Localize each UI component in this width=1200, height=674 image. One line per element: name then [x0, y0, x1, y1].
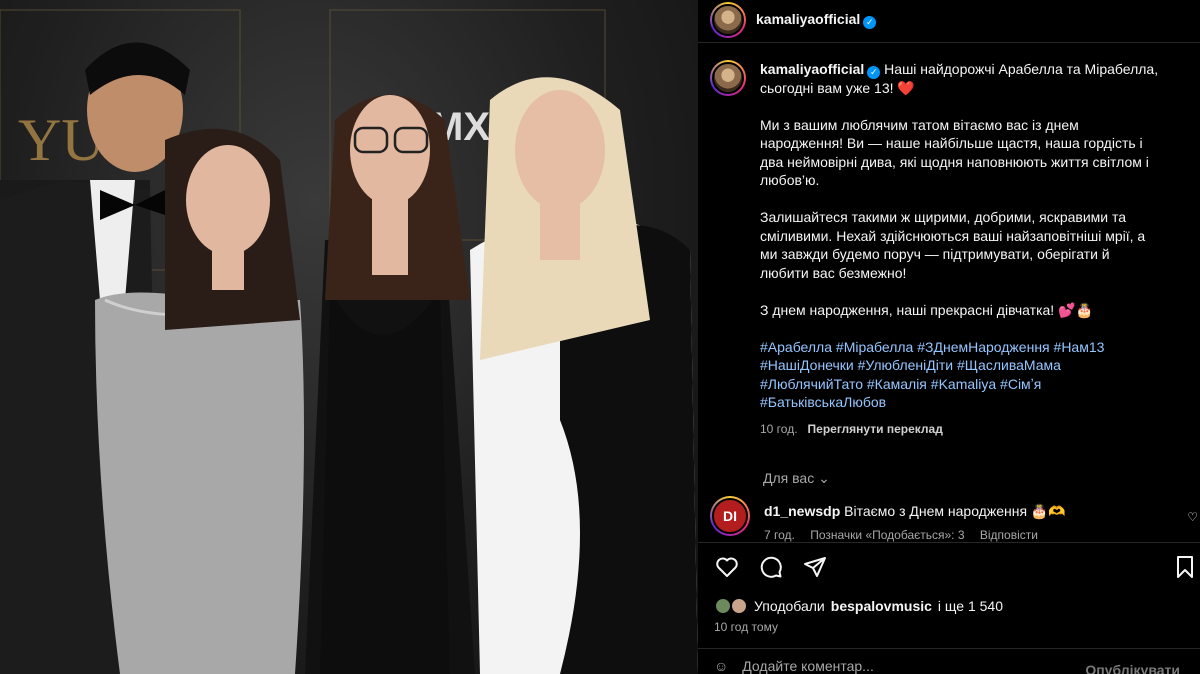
caption-para4: З днем народження, наші прекрасні дівчат…	[760, 301, 1093, 318]
author-avatar[interactable]	[710, 2, 746, 38]
for-you-toggle[interactable]: Для вас ⌄	[763, 470, 830, 487]
author-username[interactable]: kamaliyaofficial ✓	[756, 11, 877, 29]
heart-icon[interactable]	[714, 554, 740, 580]
caption-para3: Залишайтеся такими ж щирими, добрими, яс…	[760, 209, 1146, 281]
caption-meta: 10 год. Переглянути переклад	[760, 420, 1160, 439]
post-header: kamaliyaofficial ✓	[710, 0, 877, 40]
divider	[698, 648, 1200, 649]
verified-icon: ✓	[863, 16, 877, 29]
divider	[698, 542, 1200, 543]
likes-count[interactable]: і ще 1 540	[938, 598, 1003, 614]
share-icon[interactable]	[802, 554, 828, 580]
comment-meta: 7 год. Позначки «Подобається»: 3 Відпові…	[764, 528, 1066, 542]
verified-icon: ✓	[867, 65, 881, 79]
post-caption: kamaliyaofficial ✓ Наші найдорожчі Арабел…	[710, 60, 1190, 439]
post-time: 10 год тому	[714, 620, 778, 634]
hashtag[interactable]: #Нам13	[1054, 339, 1105, 355]
bookmark-icon[interactable]	[1172, 554, 1198, 580]
hashtag[interactable]: #ЩасливаМама	[957, 357, 1061, 373]
caption-time: 10 год.	[760, 422, 798, 437]
divider	[698, 42, 1200, 43]
hashtag[interactable]: #ЗДнемНародження	[917, 339, 1049, 355]
caption-username[interactable]: kamaliyaofficial	[760, 61, 864, 77]
comment-input[interactable]: Додайте коментар...	[742, 658, 874, 674]
emoji-icon[interactable]: ☺	[714, 658, 728, 674]
hashtag[interactable]: #ЛюблячийТато	[760, 376, 863, 392]
hashtag[interactable]: #Мірабелла	[836, 339, 913, 355]
comment-likes[interactable]: Позначки «Подобається»: 3	[810, 528, 964, 542]
post-photo[interactable]: YU MX	[0, 0, 698, 674]
reply-button[interactable]: Відповісти	[980, 528, 1038, 542]
liker-avatar[interactable]	[730, 597, 748, 615]
comment-icon[interactable]	[758, 554, 784, 580]
likes-prefix: Уподобали	[754, 598, 825, 614]
hashtag[interactable]: #Kamaliya	[931, 376, 996, 392]
caption-para2: Ми з вашим люблячим татом вітаємо вас із…	[760, 116, 1149, 189]
comment-text: Вітаємо з Днем народження 🎂🫶	[844, 503, 1066, 519]
comment-username[interactable]: d1_newsdp	[764, 503, 840, 519]
post-side-panel: kamaliyaofficial ✓ kamaliyaofficial ✓ Наші…	[698, 0, 1200, 674]
for-you-label: Для вас	[763, 470, 815, 486]
heart-icon[interactable]: ♡	[1187, 510, 1198, 524]
photo-illustration: YU MX	[0, 9, 698, 674]
hashtag[interactable]: #Сімʼя	[1000, 376, 1041, 392]
hashtag[interactable]: #БатьківськаЛюбов	[760, 394, 886, 410]
post-actions	[714, 554, 828, 580]
commenter-avatar[interactable]: DI	[710, 496, 750, 536]
caption-avatar[interactable]	[710, 60, 746, 96]
translate-link[interactable]: Переглянути переклад	[808, 422, 943, 436]
hashtag[interactable]: #Камалія	[867, 376, 927, 392]
likes-summary: Уподобали bespalovmusic і ще 1 540	[714, 597, 1003, 615]
hashtag[interactable]: #УлюбленіДіти	[858, 357, 953, 373]
comment-time: 7 год.	[764, 528, 795, 542]
hashtags: #Арабелла #Мірабелла #ЗДнемНародження #Н…	[760, 338, 1160, 412]
caption-text: kamaliyaofficial ✓ Наші найдорожчі Арабел…	[760, 60, 1160, 439]
comment-item: DI d1_newsdp Вітаємо з Днем народження 🎂…	[710, 496, 1200, 542]
hashtag[interactable]: #НашіДонечки	[760, 357, 854, 373]
add-comment-row: ☺ Додайте коментар...	[714, 658, 874, 674]
post-comment-button[interactable]: Опублікувати	[1085, 662, 1180, 674]
chevron-down-icon: ⌄	[818, 470, 830, 486]
liker-username[interactable]: bespalovmusic	[831, 598, 932, 614]
hashtag[interactable]: #Арабелла	[760, 339, 832, 355]
